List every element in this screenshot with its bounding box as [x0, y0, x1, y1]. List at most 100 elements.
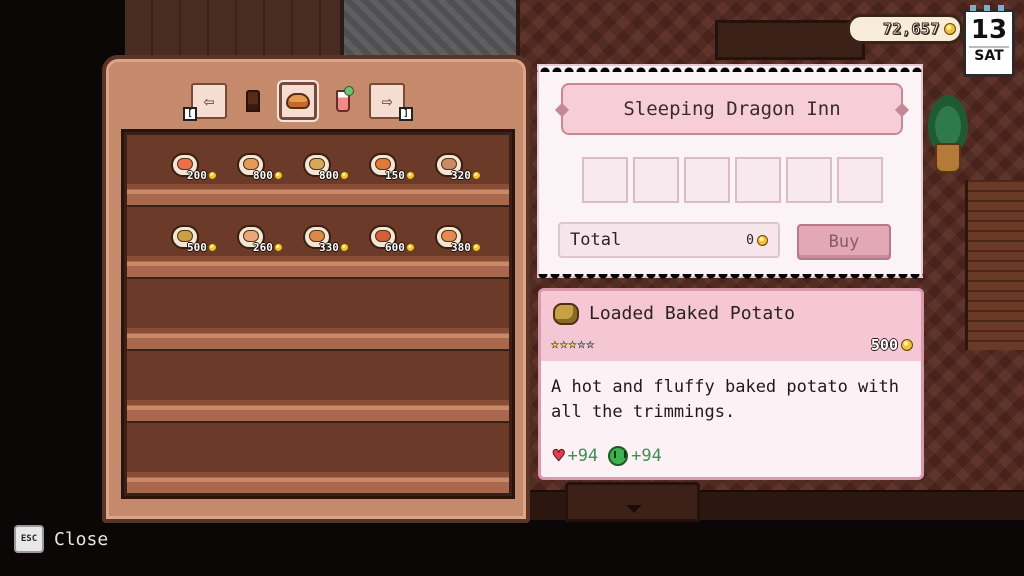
arrow-right-icon: ⇨: [381, 90, 393, 112]
category-tabs: ⇦ [ ⇨ ]: [183, 79, 413, 123]
health-bonus: +94: [567, 446, 599, 466]
coin-icon: [405, 243, 415, 252]
order-slot[interactable]: [735, 157, 781, 203]
coin-icon: [339, 243, 349, 252]
calendar: 13 SAT: [963, 5, 1015, 77]
staircase: [965, 180, 1024, 350]
tab-food[interactable]: [279, 82, 317, 120]
heart-icon: ♥: [552, 445, 565, 467]
calendar-day: 13: [970, 15, 1008, 45]
item-description: A hot and fluffy baked potato with all t…: [551, 377, 899, 422]
coin-icon: [471, 171, 481, 180]
arrow-left-icon: ⇦: [203, 90, 215, 112]
shelf-row: [127, 351, 509, 421]
coin-icon: [339, 171, 349, 180]
star-empty-icon: ★: [586, 337, 595, 352]
item-price-value: 330: [319, 241, 339, 254]
shop-item[interactable]: 330: [299, 221, 365, 265]
coin-icon: [901, 339, 913, 351]
item-name: Loaded Baked Potato: [589, 303, 795, 324]
item-price-value: 600: [385, 241, 405, 254]
bar-counter: [715, 20, 865, 60]
order-slot[interactable]: [837, 157, 883, 203]
coin-icon: [273, 171, 283, 180]
item-price-tag: 150: [385, 169, 415, 182]
item-detail-header: Loaded Baked Potato ★ ★ ★ ★ ★ 500: [541, 291, 921, 361]
next-key-hint: ]: [399, 107, 413, 121]
shelf-cabinet: 200 800 800 150 320 500 260 330 600 380: [121, 129, 515, 499]
shop-item[interactable]: 200: [167, 149, 233, 193]
baked-potato-icon: [553, 303, 579, 325]
item-price-value: 380: [451, 241, 471, 254]
shelf-items: 200 800 800 150 320: [167, 149, 497, 193]
shop-item[interactable]: 800: [233, 149, 299, 193]
inn-name: Sleeping Dragon Inn: [623, 98, 841, 120]
esc-key-icon: ESC: [14, 525, 44, 553]
total-value: 0: [746, 232, 754, 248]
prev-key-hint: [: [183, 107, 197, 121]
item-price-value: 150: [385, 169, 405, 182]
shelf-row: 200 800 800 150 320: [127, 135, 509, 205]
item-price-tag: 800: [253, 169, 283, 182]
shelf-row: 500 260 330 600 380: [127, 207, 509, 277]
item-price-value: 500: [187, 241, 207, 254]
calendar-weekday: SAT: [969, 46, 1009, 64]
close-hint[interactable]: ESC Close: [14, 525, 108, 553]
shop-item[interactable]: 260: [233, 221, 299, 265]
tiled-floor: [340, 0, 520, 60]
star-filled-icon: ★: [551, 337, 559, 352]
prev-category-button[interactable]: ⇦ [: [183, 83, 227, 121]
coin-icon: [273, 243, 283, 252]
item-price-value: 800: [319, 169, 339, 182]
shop-shelf-panel: ⇦ [ ⇨ ] 200 800 800 150 320 500 260 330 600 380: [102, 55, 530, 523]
potted-plant: [926, 95, 970, 180]
item-price-tag: 800: [319, 169, 349, 182]
coin-icon: [207, 171, 217, 180]
tab-furniture[interactable]: [237, 83, 269, 119]
item-price-value: 500: [870, 336, 898, 354]
item-price-tag: 200: [187, 169, 217, 182]
coin-icon: [405, 171, 415, 180]
smile-icon: [608, 446, 629, 466]
star-rating: ★ ★ ★ ★ ★: [551, 337, 595, 352]
item-detail-panel: Loaded Baked Potato ★ ★ ★ ★ ★ 500 A hot and …: [538, 288, 924, 480]
order-slot[interactable]: [786, 157, 832, 203]
order-slot[interactable]: [582, 157, 628, 203]
money-counter: 72,657: [847, 14, 963, 44]
order-slots: [582, 157, 883, 203]
close-label: Close: [54, 528, 109, 550]
shop-item[interactable]: 150: [365, 149, 431, 193]
shelf-row: [127, 423, 509, 493]
wooden-wall: [125, 0, 340, 60]
chair-icon: [246, 90, 260, 112]
drink-icon: [336, 86, 354, 112]
shop-item[interactable]: 380: [431, 221, 497, 265]
item-price-value: 320: [451, 169, 471, 182]
item-price: 500: [871, 336, 913, 354]
item-price-value: 800: [253, 169, 273, 182]
shop-item[interactable]: 800: [299, 149, 365, 193]
shelf-items: 500 260 330 600 380: [167, 221, 497, 265]
item-price-tag: 500: [187, 241, 217, 254]
item-price-value: 200: [187, 169, 207, 182]
doorway: [565, 482, 700, 522]
coin-icon: [944, 23, 956, 35]
shop-item[interactable]: 600: [365, 221, 431, 265]
total-box: Total 0: [558, 222, 780, 258]
coin-icon: [207, 243, 217, 252]
order-slot[interactable]: [684, 157, 730, 203]
item-price-tag: 330: [319, 241, 349, 254]
shop-item[interactable]: 320: [431, 149, 497, 193]
tab-drinks[interactable]: [327, 83, 359, 119]
inn-banner: Sleeping Dragon Inn: [561, 83, 903, 135]
shelf-row: [127, 279, 509, 349]
shop-item[interactable]: 500: [167, 221, 233, 265]
order-slot[interactable]: [633, 157, 679, 203]
item-price-tag: 380: [451, 241, 481, 254]
dish-icon: [286, 93, 310, 109]
star-empty-icon: ★: [577, 337, 586, 352]
mood-effect: +94: [608, 446, 662, 466]
next-category-button[interactable]: ⇨ ]: [369, 83, 413, 121]
coin-icon: [757, 234, 768, 246]
buy-button[interactable]: Buy: [797, 224, 891, 260]
